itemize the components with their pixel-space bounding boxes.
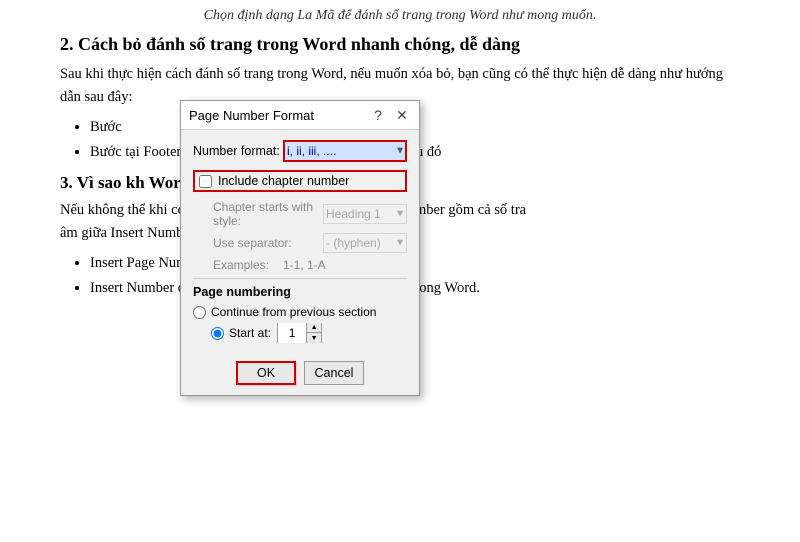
section-divider <box>193 278 407 279</box>
number-format-select-wrapper: i, ii, iii, .... 1, 2, 3, ... a, b, c, .… <box>283 140 407 162</box>
page-numbering-title: Page numbering <box>193 285 407 299</box>
use-separator-row: Use separator: - (hyphen) ▼ <box>213 233 407 253</box>
number-format-select[interactable]: i, ii, iii, .... 1, 2, 3, ... a, b, c, .… <box>283 140 407 162</box>
start-at-radio[interactable] <box>211 327 224 340</box>
ok-button[interactable]: OK <box>236 361 296 385</box>
start-at-label: Start at: <box>229 326 271 340</box>
chapter-options-section: Chapter starts with style: Heading 1 ▼ U… <box>193 200 407 272</box>
help-icon-button[interactable]: ? <box>369 106 387 124</box>
number-format-label: Number format: <box>193 144 283 158</box>
dialog-title-icons: ? ✕ <box>369 106 411 124</box>
chapter-starts-select[interactable]: Heading 1 <box>323 204 407 224</box>
include-chapter-checkbox[interactable] <box>199 175 212 188</box>
continue-radio-row: Continue from previous section <box>193 305 407 319</box>
cancel-button[interactable]: Cancel <box>304 361 364 385</box>
close-icon-button[interactable]: ✕ <box>393 106 411 124</box>
dialog-body: Number format: i, ii, iii, .... 1, 2, 3,… <box>181 130 419 357</box>
spinner-up-button[interactable]: ▲ <box>307 323 321 333</box>
include-chapter-row[interactable]: Include chapter number <box>193 170 407 192</box>
chapter-starts-row: Chapter starts with style: Heading 1 ▼ <box>213 200 407 228</box>
heading2: 2. Cách bỏ đánh số trang trong Word nhan… <box>60 34 740 55</box>
examples-row: Examples: 1-1, 1-A <box>213 258 407 272</box>
include-chapter-label: Include chapter number <box>218 174 349 188</box>
start-at-spinner: ▲ ▼ <box>277 323 322 343</box>
continue-radio[interactable] <box>193 306 206 319</box>
top-description: Chọn định dạng La Mã để đánh số trang tr… <box>60 8 740 24</box>
dialog-titlebar: Page Number Format ? ✕ <box>181 101 419 130</box>
use-separator-select[interactable]: - (hyphen) <box>323 233 407 253</box>
start-at-input[interactable] <box>278 323 306 343</box>
dialog-title: Page Number Format <box>189 108 314 123</box>
use-separator-label: Use separator: <box>213 236 323 250</box>
chapter-starts-select-wrapper: Heading 1 ▼ <box>323 204 407 224</box>
spinner-down-button[interactable]: ▼ <box>307 333 321 343</box>
start-at-row: Start at: ▲ ▼ <box>193 323 407 343</box>
use-separator-select-wrapper: - (hyphen) ▼ <box>323 233 407 253</box>
examples-label: Examples: <box>213 258 283 272</box>
dialog-footer: OK Cancel <box>181 357 419 395</box>
continue-label: Continue from previous section <box>211 305 376 319</box>
spinner-buttons: ▲ ▼ <box>306 323 321 343</box>
chapter-starts-label: Chapter starts with style: <box>213 200 323 228</box>
examples-value: 1-1, 1-A <box>283 258 326 272</box>
number-format-row: Number format: i, ii, iii, .... 1, 2, 3,… <box>193 140 407 162</box>
page-number-format-dialog: Page Number Format ? ✕ Number format: i,… <box>180 100 420 396</box>
